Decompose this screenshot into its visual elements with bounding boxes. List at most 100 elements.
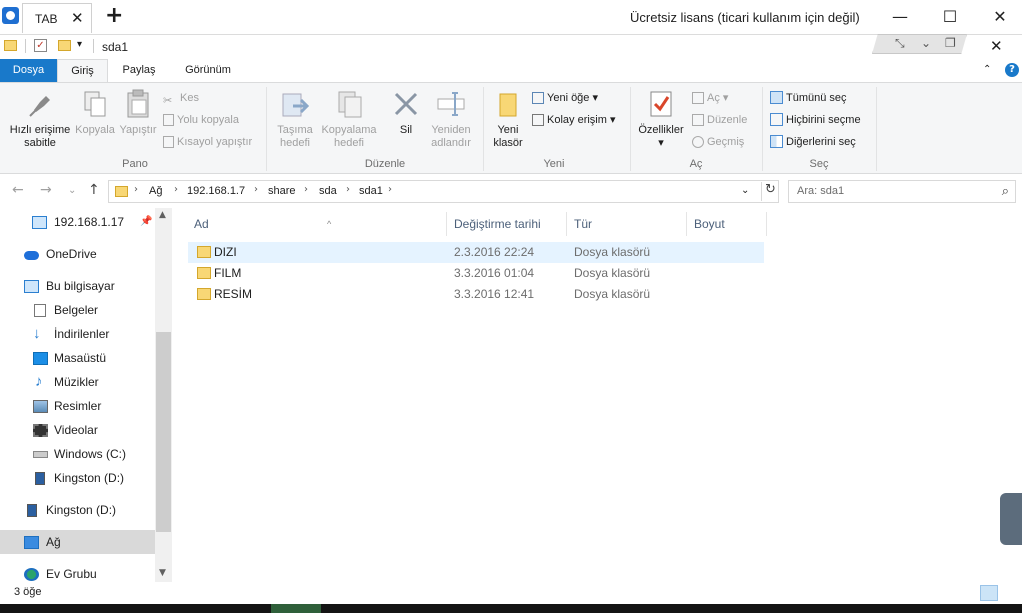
- chevron-right-icon[interactable]: ›: [346, 184, 350, 195]
- refresh-icon[interactable]: ↻: [761, 182, 779, 201]
- nav-item-videos[interactable]: Videolar: [0, 418, 155, 442]
- tab-giris[interactable]: Giriş: [57, 59, 108, 82]
- search-input[interactable]: Ara: sda1 ⌕: [788, 180, 1016, 203]
- invert-selection-button[interactable]: Diğerlerini seç: [770, 133, 856, 151]
- nav-item-kingston-d-root[interactable]: Kingston (D:): [0, 498, 155, 522]
- help-icon[interactable]: ?: [1005, 63, 1019, 77]
- remote-side-panel-handle[interactable]: [1000, 493, 1022, 545]
- collapse-chevron-icon[interactable]: ⌄: [921, 36, 931, 50]
- copy-path-button[interactable]: Yolu kopyala: [163, 111, 239, 129]
- move-to-button[interactable]: Taşıma hedefi: [272, 88, 318, 150]
- column-header-date[interactable]: Değiştirme tarihi: [447, 212, 567, 236]
- nav-item-documents[interactable]: Belgeler: [0, 298, 155, 322]
- maximize-button[interactable]: ☐: [930, 4, 970, 30]
- breadcrumb-sda[interactable]: sda: [319, 185, 337, 197]
- new-folder-qat-icon[interactable]: [58, 40, 71, 51]
- close-window-button[interactable]: ✕: [980, 4, 1020, 30]
- paste-shortcut-button[interactable]: Kısayol yapıştır: [163, 133, 252, 151]
- file-name: FILM: [214, 266, 242, 280]
- back-arrow-icon[interactable]: ←: [12, 182, 24, 198]
- scroll-up-icon[interactable]: ▲: [159, 210, 166, 220]
- session-tab[interactable]: TAB ✕: [22, 3, 92, 33]
- details-view-icon[interactable]: [980, 585, 998, 601]
- breadcrumb-host[interactable]: 192.168.1.7: [187, 185, 245, 197]
- table-row[interactable]: RESİM 3.3.2016 12:41 Dosya klasörü: [188, 284, 764, 305]
- address-bar[interactable]: › Ağ › 192.168.1.7 › share › sda › sda1 …: [108, 180, 779, 203]
- explorer-close-button[interactable]: ✕: [990, 37, 1003, 55]
- up-arrow-icon[interactable]: ↑: [88, 182, 100, 198]
- nav-item-music[interactable]: ♪ Müzikler: [0, 370, 155, 394]
- file-list: Ad ^ Değiştirme tarihi Tür Boyut DIZI 2.…: [173, 208, 1022, 582]
- remote-control-overlay[interactable]: ⤡ ⌄ ❐: [872, 34, 967, 54]
- scroll-thumb[interactable]: [156, 332, 171, 532]
- chevron-down-icon[interactable]: ⌄: [741, 185, 749, 196]
- table-row[interactable]: FILM 3.3.2016 01:04 Dosya klasörü: [188, 263, 764, 284]
- chevron-right-icon[interactable]: ›: [254, 184, 258, 195]
- nav-item-downloads[interactable]: ↓ İndirilenler: [0, 322, 155, 346]
- delete-button[interactable]: Sil: [388, 88, 424, 137]
- tab-dosya[interactable]: Dosya: [0, 59, 57, 82]
- column-header-type[interactable]: Tür: [567, 212, 687, 236]
- table-row[interactable]: DIZI 2.3.2016 22:24 Dosya klasörü: [188, 242, 764, 263]
- minimize-button[interactable]: —: [880, 4, 920, 30]
- customize-qat-icon[interactable]: ▾: [77, 39, 82, 50]
- chevron-right-icon[interactable]: ›: [388, 184, 392, 195]
- tab-paylas[interactable]: Paylaş: [114, 59, 164, 82]
- breadcrumb-sda1[interactable]: sda1: [359, 185, 383, 197]
- edit-button[interactable]: Düzenle: [692, 111, 747, 129]
- properties-qat-icon[interactable]: ✓: [34, 39, 47, 52]
- paste-button[interactable]: Yapıştır: [118, 88, 158, 137]
- chevron-right-icon[interactable]: ›: [304, 184, 308, 195]
- pin-quick-access-button[interactable]: Hızlı erişime sabitle: [4, 88, 76, 150]
- forward-arrow-icon[interactable]: →: [40, 182, 52, 198]
- chevron-right-icon[interactable]: ›: [134, 184, 138, 195]
- copy-button[interactable]: Kopyala: [74, 88, 116, 137]
- rename-label-2: adlandır: [431, 137, 471, 149]
- history-button[interactable]: Geçmiş: [692, 133, 744, 151]
- copy-to-button[interactable]: Kopyalama hedefi: [318, 88, 380, 150]
- status-bar: 3 öğe: [0, 582, 1022, 604]
- taskbar-app[interactable]: [271, 604, 321, 613]
- nav-item-this-pc[interactable]: Bu bilgisayar: [0, 274, 155, 298]
- breadcrumb-share[interactable]: share: [268, 185, 296, 197]
- minimize-ribbon-icon[interactable]: ⌃: [983, 64, 991, 75]
- nav-item-desktop[interactable]: Masaüstü: [0, 346, 155, 370]
- nav-item-onedrive[interactable]: OneDrive: [0, 242, 155, 266]
- cloud-icon: [24, 251, 39, 260]
- tab-gorunum[interactable]: Görünüm: [176, 59, 240, 82]
- pin-icon[interactable]: 📌: [140, 210, 152, 234]
- scroll-down-icon[interactable]: ▼: [159, 568, 166, 578]
- folder-icon: [197, 246, 211, 258]
- column-header-name[interactable]: Ad ^: [187, 212, 447, 236]
- properties-button[interactable]: Özellikler ▾: [634, 88, 688, 150]
- rename-button[interactable]: Yeniden adlandır: [428, 88, 474, 150]
- select-none-button[interactable]: Hiçbirini seçme: [770, 111, 861, 129]
- search-icon: ⌕: [1001, 184, 1009, 199]
- breadcrumb-ag[interactable]: Ağ: [149, 185, 162, 197]
- column-header-size[interactable]: Boyut: [687, 212, 767, 236]
- nav-item-kingston-d[interactable]: Kingston (D:): [0, 466, 155, 490]
- close-tab-icon[interactable]: ✕: [71, 9, 84, 27]
- large-icons-view-icon[interactable]: [1001, 585, 1019, 601]
- select-all-button[interactable]: Tümünü seç: [770, 89, 847, 107]
- recent-locations-icon[interactable]: ⌄: [68, 185, 76, 196]
- add-tab-icon[interactable]: +: [105, 3, 123, 29]
- nav-item-network[interactable]: Ağ: [0, 530, 155, 554]
- new-folder-button[interactable]: Yeni klasör: [488, 88, 528, 150]
- nav-item-192-168-1-17[interactable]: 192.168.1.17 📌: [0, 210, 155, 234]
- nav-item-windows-c[interactable]: Windows (C:): [0, 442, 155, 466]
- chevron-right-icon[interactable]: ›: [174, 184, 178, 195]
- easy-access-button[interactable]: Kolay erişim ▾: [532, 111, 615, 129]
- videos-icon: [33, 424, 48, 437]
- select-all-icon: [770, 91, 783, 104]
- properties-dropdown-icon[interactable]: ▾: [634, 137, 688, 150]
- open-button[interactable]: Aç ▾: [692, 89, 728, 107]
- nav-item-pictures[interactable]: Resimler: [0, 394, 155, 418]
- cut-button[interactable]: ✂ Kes: [163, 89, 199, 107]
- restore-icon[interactable]: ❐: [945, 36, 956, 50]
- fullscreen-icon[interactable]: ⤡: [895, 36, 905, 51]
- nav-scrollbar[interactable]: ▲ ▼: [155, 208, 172, 582]
- paste-shortcut-label: Kısayol yapıştır: [177, 136, 253, 148]
- new-item-button[interactable]: Yeni öğe ▾: [532, 89, 598, 107]
- easy-access-icon: [532, 114, 544, 126]
